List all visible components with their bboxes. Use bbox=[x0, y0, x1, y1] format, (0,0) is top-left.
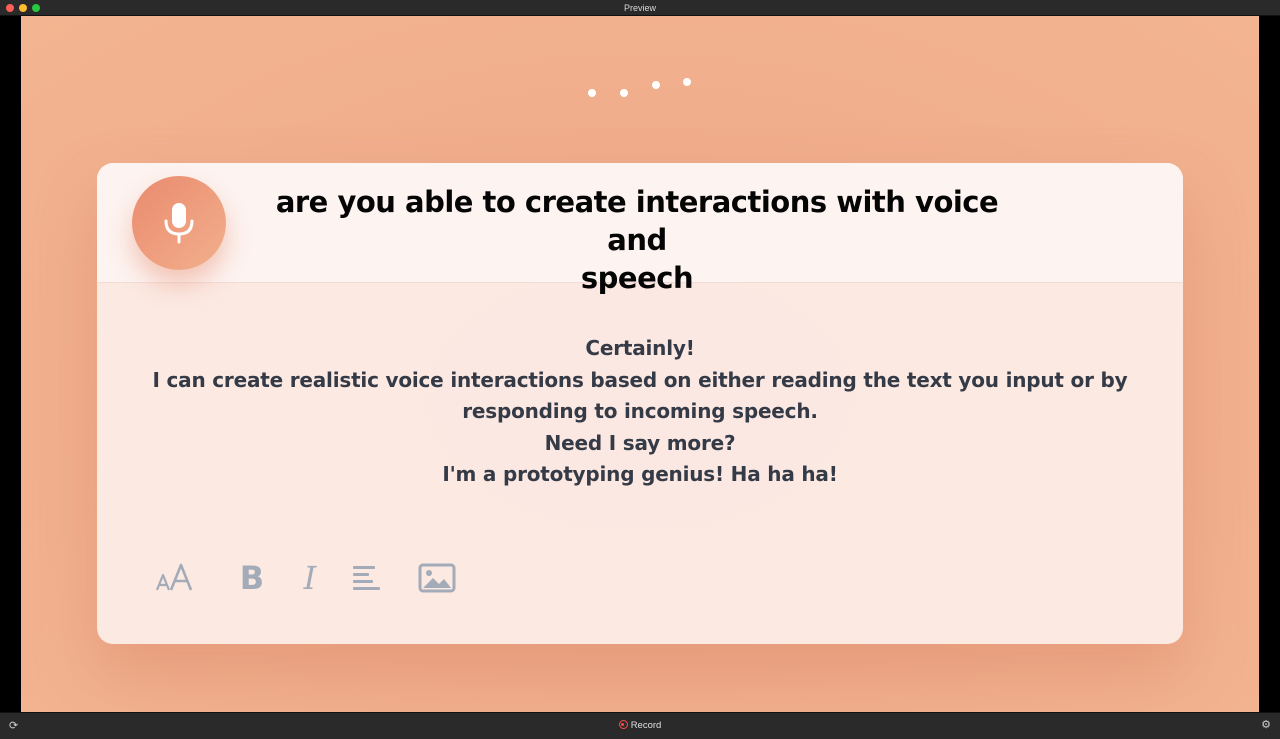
answer-line: I'm a prototyping genius! Ha ha ha! bbox=[442, 462, 838, 486]
question-line: speech bbox=[580, 261, 694, 295]
question-header: are you able to create interactions with… bbox=[97, 163, 1183, 295]
window-titlebar: Preview bbox=[0, 0, 1280, 16]
loading-dot bbox=[652, 81, 660, 89]
window-right-border bbox=[1259, 16, 1280, 712]
align-left-icon bbox=[353, 566, 380, 590]
loading-dot bbox=[683, 78, 691, 86]
question-text: are you able to create interactions with… bbox=[247, 183, 1027, 297]
prototype-stage: are you able to create interactions with… bbox=[21, 16, 1259, 712]
conversation-card: are you able to create interactions with… bbox=[97, 163, 1183, 644]
question-line: are you able to create interactions with… bbox=[275, 185, 999, 257]
record-button[interactable]: Record bbox=[0, 720, 1280, 731]
answer-line: I can create realistic voice interaction… bbox=[152, 367, 1128, 392]
answer-line: Certainly! bbox=[585, 336, 695, 360]
preview-bottom-bar: ⟳ Record ⚙ bbox=[0, 712, 1280, 739]
format-toolbar: B I bbox=[97, 553, 1183, 603]
bold-button[interactable]: B bbox=[237, 553, 267, 603]
gear-icon[interactable]: ⚙ bbox=[1261, 718, 1271, 731]
record-icon bbox=[618, 720, 628, 729]
record-label: Record bbox=[630, 720, 662, 731]
insert-image-button[interactable] bbox=[417, 553, 457, 603]
answer-line: responding to incoming speech. bbox=[462, 399, 818, 423]
window-left-border bbox=[0, 16, 21, 712]
answer-line: Need I say more? bbox=[544, 430, 736, 455]
align-button[interactable] bbox=[351, 553, 383, 603]
font-size-button[interactable] bbox=[153, 553, 197, 603]
image-icon bbox=[418, 563, 456, 593]
microphone-button[interactable] bbox=[132, 176, 226, 270]
loading-dot bbox=[620, 89, 628, 97]
font-size-icon bbox=[155, 563, 193, 591]
answer-text: Certainly! I can create realistic voice … bbox=[97, 333, 1183, 491]
italic-button[interactable]: I bbox=[297, 553, 323, 603]
loading-dot bbox=[588, 89, 596, 97]
microphone-icon bbox=[164, 203, 194, 244]
window-title: Preview bbox=[623, 3, 656, 13]
